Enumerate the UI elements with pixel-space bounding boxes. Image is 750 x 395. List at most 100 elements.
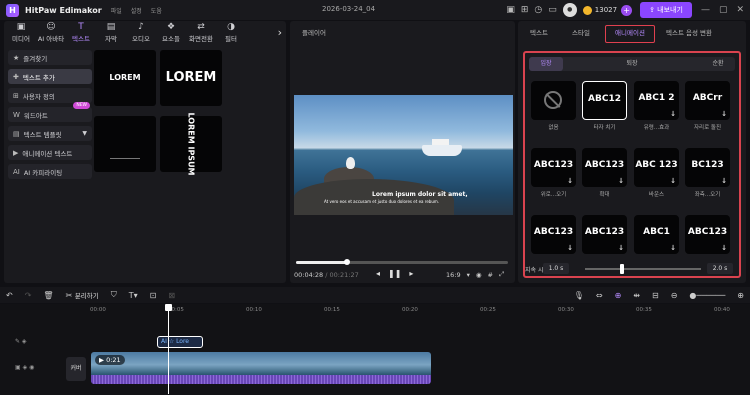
download-icon[interactable]: ↓ <box>567 244 573 252</box>
playhead-handle[interactable] <box>165 304 172 311</box>
tab-elements[interactable]: ❖ 요소들 <box>156 22 186 43</box>
zoom-slider[interactable]: ●────── <box>689 291 725 300</box>
download-icon[interactable]: ↓ <box>618 244 624 252</box>
avatar[interactable]: ● <box>562 3 577 17</box>
animation-preset[interactable]: ABC1 2 ↓ <box>634 81 679 120</box>
cover-button[interactable]: 커버 <box>66 357 86 381</box>
delete-icon[interactable]: 🗑 <box>43 291 53 300</box>
animation-preset[interactable]: ABC123 ↓ <box>685 215 730 254</box>
grid-icon[interactable]: # <box>488 271 493 279</box>
tab-style[interactable]: 스타일 <box>572 27 590 37</box>
duration-slider[interactable] <box>585 264 701 274</box>
sidebar-item-favorites[interactable]: ★ 즐겨찾기 <box>8 50 92 65</box>
sidebar-item-add-text[interactable]: ✚ 텍스트 추가 <box>8 69 92 84</box>
playhead[interactable] <box>165 304 172 394</box>
duration-in-input[interactable]: 1.0 s <box>543 263 569 274</box>
animation-preset[interactable]: ABC12 <box>582 81 627 120</box>
sidebar-item-custom[interactable]: ⊞ 사용자 정의 <box>8 88 92 103</box>
download-icon[interactable]: ↓ <box>567 177 573 185</box>
tab-text[interactable]: T 텍스트 <box>66 22 96 43</box>
aspect-ratio-select[interactable]: 16:9 <box>446 271 461 279</box>
pause-icon[interactable]: ❚❚ <box>388 269 401 278</box>
link-icon[interactable]: ⇔ <box>596 291 603 300</box>
zoom-out-icon[interactable]: ⊖ <box>671 291 678 300</box>
fullscreen-icon[interactable]: ⤢ <box>499 270 504 279</box>
sidebar-item-ai-copywriting[interactable]: AI AI 카피라이팅 <box>8 164 92 179</box>
subtitle-main[interactable]: Lorem ipsum dolor sit amet, <box>372 191 468 198</box>
maximize-icon[interactable]: ▢ <box>719 5 728 15</box>
text-clip[interactable]: AI ☆ Lore <box>157 336 203 348</box>
animation-preset[interactable]: BC123 ↓ <box>685 148 730 187</box>
snapshot-icon[interactable]: ◉ <box>476 271 482 279</box>
download-icon[interactable]: ↓ <box>721 177 727 185</box>
animation-preset[interactable]: ABCrr ↓ <box>685 81 730 120</box>
credits-badge[interactable]: 13027 + <box>582 4 633 16</box>
tab-transitions[interactable]: ⇄ 화면전환 <box>186 22 216 43</box>
chevron-down-icon[interactable]: ▾ <box>467 271 470 279</box>
duration-slider-handle[interactable] <box>620 264 624 274</box>
animation-preset[interactable]: ABC 123 ↓ <box>634 148 679 187</box>
segment-loop[interactable]: 순환 <box>701 57 735 71</box>
chevron-right-icon[interactable]: › <box>278 26 282 39</box>
segment-out[interactable]: 퇴장 <box>615 57 649 71</box>
tab-filters[interactable]: ◑ 필터 <box>216 22 246 43</box>
text-icon[interactable]: T▾ <box>129 291 138 300</box>
download-icon[interactable]: ↓ <box>618 177 624 185</box>
tab-audio[interactable]: ♪ 오디오 <box>126 22 156 43</box>
video-clip[interactable]: ▶ 0:21 <box>91 352 431 384</box>
text-template-thumb[interactable]: LOREM IPSUM <box>94 50 156 138</box>
animation-preset[interactable]: ABC123 ↓ <box>582 148 627 187</box>
playback-scrubber[interactable] <box>296 259 508 265</box>
text-template-thumb[interactable] <box>94 116 156 172</box>
tab-ai-avatar[interactable]: ☺ AI 아바타 <box>36 22 66 43</box>
menu-help[interactable]: 도움 <box>151 6 162 15</box>
magnet-icon[interactable]: ⊕ <box>615 291 622 300</box>
subtitle-secondary[interactable]: At vero eos et accusam et justo duo dolo… <box>324 199 439 204</box>
shield-icon[interactable]: ⛉ <box>111 290 117 300</box>
menu-settings[interactable]: 설정 <box>131 6 142 15</box>
download-icon[interactable]: ↓ <box>721 110 727 118</box>
text-template-thumb[interactable]: LOREM IPSUM <box>160 112 222 176</box>
undo-icon[interactable]: ↶ <box>6 291 13 300</box>
scrubber-handle[interactable] <box>344 259 350 265</box>
crop-icon[interactable]: ⊡ <box>150 291 157 300</box>
zoom-in-icon[interactable]: ⊕ <box>737 291 744 300</box>
tab-text-props[interactable]: 텍스트 <box>530 27 548 37</box>
minimize-icon[interactable]: — <box>701 5 710 15</box>
sidebar-item-text-template[interactable]: ▤ 텍스트 템플릿 ▼ <box>8 126 92 141</box>
segment-in[interactable]: 입장 <box>529 57 563 71</box>
snap-icon[interactable]: ⇹ <box>633 291 640 300</box>
tab-media[interactable]: ▣ 미디어 <box>6 22 36 43</box>
sidebar-item-wordart[interactable]: W 워드아트 NEW <box>8 102 92 122</box>
animation-preset[interactable] <box>531 81 576 120</box>
download-icon[interactable]: ↓ <box>721 244 727 252</box>
duration-out-input[interactable]: 2.0 s <box>707 263 733 274</box>
tab-subtitles[interactable]: ▤ 자막 <box>96 22 126 43</box>
video-preview[interactable]: Lorem ipsum dolor sit amet, At vero eos … <box>294 95 513 215</box>
next-frame-icon[interactable]: ▸ <box>409 269 413 278</box>
split-icon[interactable]: ✂ 분리하기 <box>66 290 99 300</box>
fit-icon[interactable]: ⊟ <box>652 291 659 300</box>
animation-preset[interactable]: ABC123 ↓ <box>582 215 627 254</box>
export-button[interactable]: ⇪ 내보내기 <box>640 2 692 18</box>
download-icon[interactable]: ↓ <box>670 244 676 252</box>
tab-animation[interactable]: 애니메이션 <box>605 25 655 43</box>
animation-preset[interactable]: ABC123 ↓ <box>531 148 576 187</box>
add-credits-icon[interactable]: + <box>621 4 633 16</box>
layout-icon[interactable]: ▣ <box>506 5 515 15</box>
sidebar-item-animated-text[interactable]: ▶ 애니메이션 텍스트 <box>8 145 92 160</box>
mic-icon[interactable]: 🎙 <box>574 291 584 300</box>
text-template-thumb[interactable]: LOREM <box>160 50 222 106</box>
history-icon[interactable]: ◷ <box>534 5 542 15</box>
close-icon[interactable]: ✕ <box>736 5 744 15</box>
monitor-icon[interactable]: ▭ <box>548 5 557 15</box>
redo-icon[interactable]: ↷ <box>25 291 32 300</box>
transform-icon[interactable]: ⊠ <box>168 291 175 300</box>
animation-preset[interactable]: ABC1 ↓ <box>634 215 679 254</box>
download-icon[interactable]: ↓ <box>670 177 676 185</box>
menu-file[interactable]: 파일 <box>111 6 122 15</box>
prev-frame-icon[interactable]: ◂ <box>376 269 380 278</box>
cart-icon[interactable]: ⊞ <box>521 5 529 15</box>
download-icon[interactable]: ↓ <box>670 110 676 118</box>
animation-preset[interactable]: ABC123 ↓ <box>531 215 576 254</box>
